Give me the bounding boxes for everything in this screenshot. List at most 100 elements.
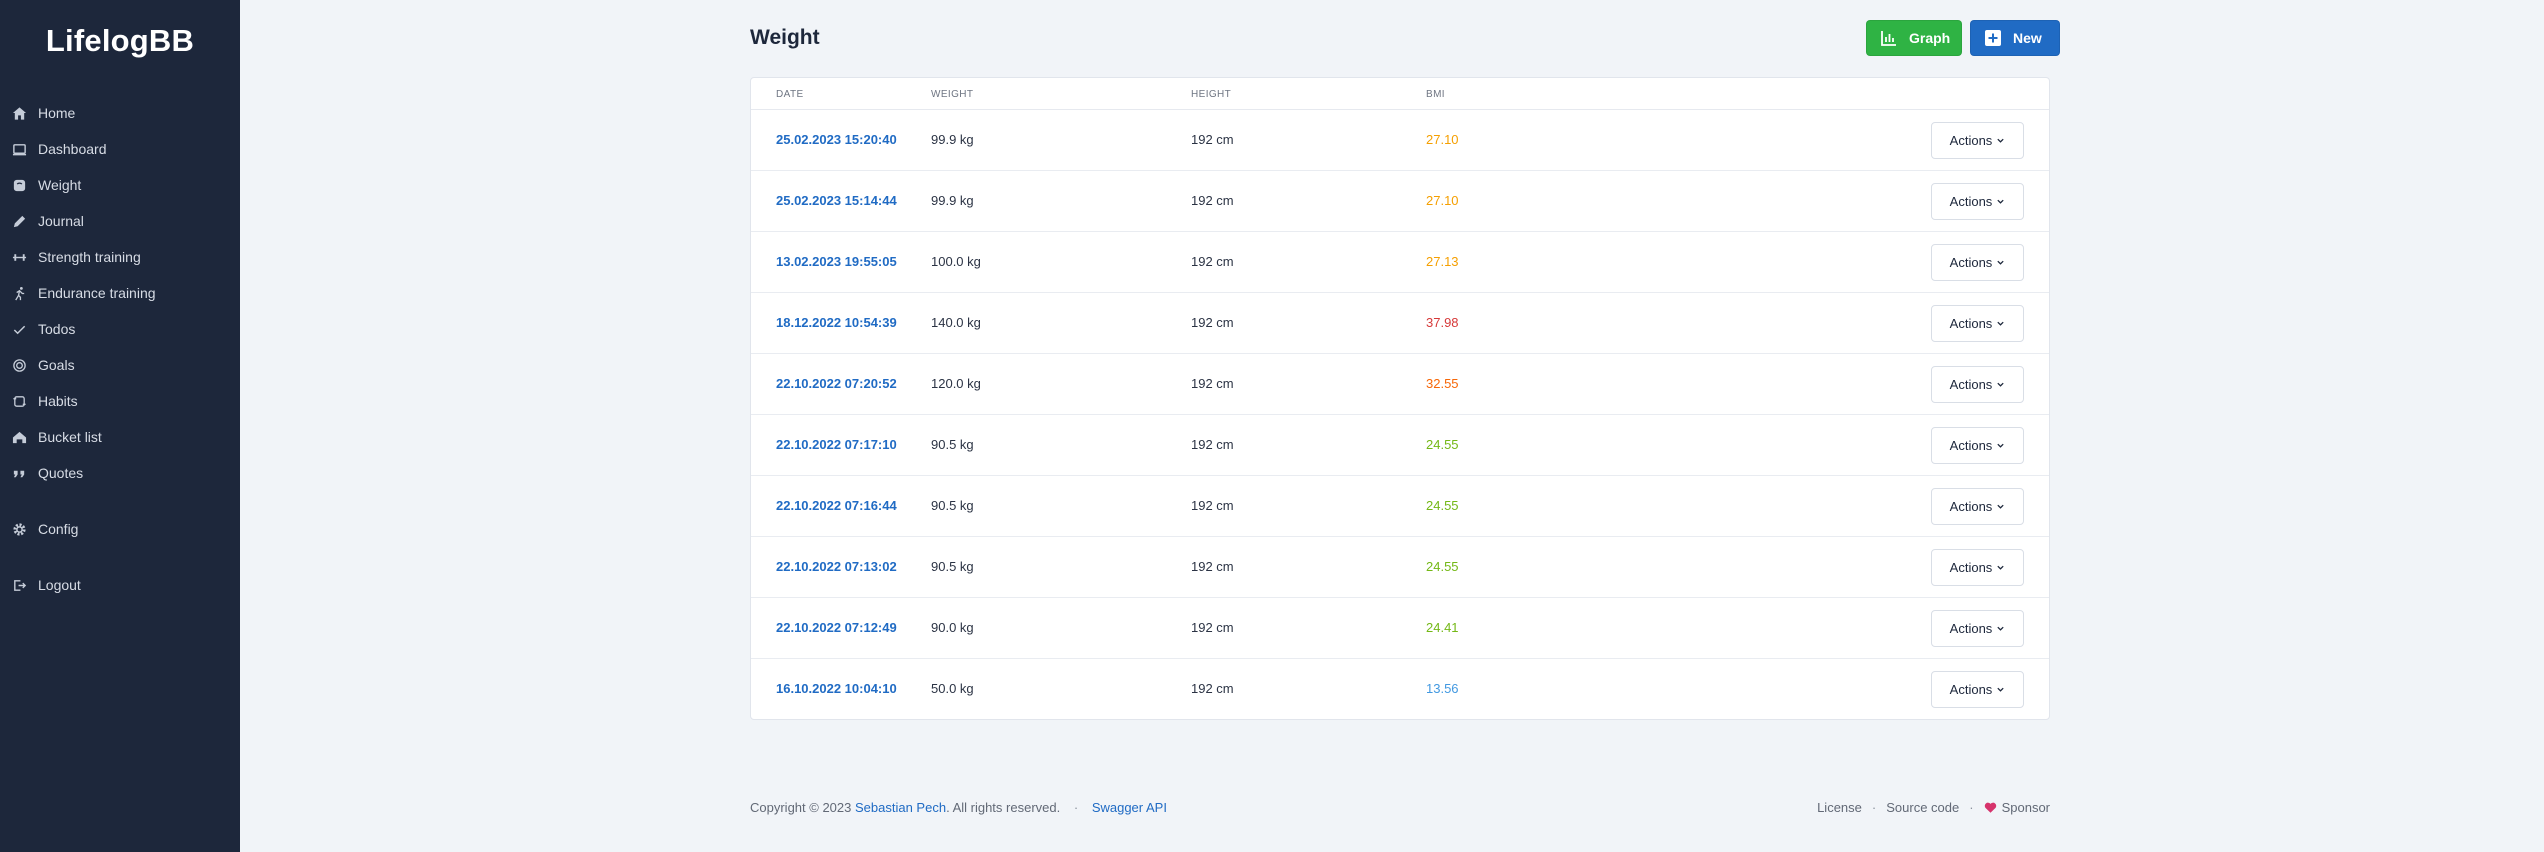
actions-dropdown-button[interactable]: Actions: [1931, 122, 2024, 159]
row-date-link[interactable]: 25.02.2023 15:20:40: [776, 132, 897, 147]
row-date-link[interactable]: 18.12.2022 10:54:39: [776, 315, 897, 330]
dashboard-icon: [10, 140, 28, 158]
row-date-link[interactable]: 13.02.2023 19:55:05: [776, 254, 897, 269]
row-weight: 90.0 kg: [931, 620, 974, 635]
actions-label: Actions: [1949, 682, 1993, 697]
actions-dropdown-button[interactable]: Actions: [1931, 671, 2024, 708]
actions-dropdown-button[interactable]: Actions: [1931, 305, 2024, 342]
row-height: 192 cm: [1191, 437, 1234, 452]
row-date-link[interactable]: 22.10.2022 07:12:49: [776, 620, 897, 635]
table-row: 22.10.2022 07:13:02 90.5 kg 192 cm 24.55 Act…: [751, 537, 2049, 598]
row-date-link[interactable]: 16.10.2022 10:04:10: [776, 681, 897, 696]
actions-dropdown-button[interactable]: Actions: [1931, 244, 2024, 281]
row-bmi: 24.55: [1426, 559, 1459, 574]
sidebar-item-endurance-training[interactable]: Endurance training: [0, 275, 240, 311]
actions-label: Actions: [1949, 316, 1993, 331]
page-title: Weight: [750, 26, 820, 49]
row-date-link[interactable]: 22.10.2022 07:13:02: [776, 559, 897, 574]
sidebar: LifelogBB Home Dashboard Weight Journal …: [0, 0, 240, 852]
actions-label: Actions: [1949, 133, 1993, 148]
sidebar-item-logout[interactable]: Logout: [0, 567, 240, 603]
row-bmi: 27.10: [1426, 193, 1459, 208]
sidebar-item-label: Weight: [38, 177, 82, 193]
license-link[interactable]: License: [1817, 800, 1862, 815]
actions-dropdown-button[interactable]: Actions: [1931, 610, 2024, 647]
actions-dropdown-button[interactable]: Actions: [1931, 488, 2024, 525]
table-row: 22.10.2022 07:17:10 90.5 kg 192 cm 24.55 Act…: [751, 415, 2049, 476]
row-bmi: 24.41: [1426, 620, 1459, 635]
chevron-down-icon: [1996, 319, 2005, 328]
row-weight: 90.5 kg: [931, 559, 974, 574]
nav-spacer: [0, 491, 240, 511]
chart-icon: [1879, 28, 1899, 48]
row-bmi: 27.10: [1426, 132, 1459, 147]
row-date-link[interactable]: 22.10.2022 07:17:10: [776, 437, 897, 452]
chevron-down-icon: [1996, 624, 2005, 633]
sidebar-item-journal[interactable]: Journal: [0, 203, 240, 239]
row-weight: 120.0 kg: [931, 376, 981, 391]
row-bmi: 32.55: [1426, 376, 1459, 391]
copyright-suffix: . All rights reserved.: [946, 800, 1061, 815]
row-date-link[interactable]: 22.10.2022 07:20:52: [776, 376, 897, 391]
sidebar-item-dashboard[interactable]: Dashboard: [0, 131, 240, 167]
page-header: Weight Graph New: [750, 18, 2060, 58]
actions-dropdown-button[interactable]: Actions: [1931, 366, 2024, 403]
sidebar-item-label: Config: [38, 521, 79, 537]
sidebar-item-strength-training[interactable]: Strength training: [0, 239, 240, 275]
actions-dropdown-button[interactable]: Actions: [1931, 427, 2024, 464]
target-icon: [10, 356, 28, 374]
swagger-api-link[interactable]: Swagger API: [1092, 800, 1167, 815]
sidebar-item-label: Bucket list: [38, 429, 102, 445]
sidebar-item-home[interactable]: Home: [0, 95, 240, 131]
sidebar-item-habits[interactable]: Habits: [0, 383, 240, 419]
new-button-label: New: [2013, 30, 2042, 46]
chevron-down-icon: [1996, 441, 2005, 450]
weight-table: Date Weight Height BMI 25.02.2023 15:20:…: [750, 77, 2050, 720]
chevron-down-icon: [1996, 197, 2005, 206]
row-height: 192 cm: [1191, 132, 1234, 147]
column-header-bmi: BMI: [1426, 89, 1445, 100]
table-row: 22.10.2022 07:12:49 90.0 kg 192 cm 24.41 Act…: [751, 598, 2049, 659]
new-button[interactable]: New: [1970, 20, 2060, 56]
row-weight: 90.5 kg: [931, 437, 974, 452]
scale-icon: [10, 176, 28, 194]
run-icon: [10, 284, 28, 302]
row-weight: 140.0 kg: [931, 315, 981, 330]
sponsor-link[interactable]: Sponsor: [2002, 800, 2050, 815]
actions-label: Actions: [1949, 621, 1993, 636]
row-bmi: 13.56: [1426, 681, 1459, 696]
bucket-icon: [10, 428, 28, 446]
author-link[interactable]: Sebastian Pech: [855, 800, 946, 815]
table-row: 22.10.2022 07:16:44 90.5 kg 192 cm 24.55 Act…: [751, 476, 2049, 537]
sidebar-item-config[interactable]: Config: [0, 511, 240, 547]
sidebar-item-label: Journal: [38, 213, 84, 229]
row-date-link[interactable]: 25.02.2023 15:14:44: [776, 193, 897, 208]
row-height: 192 cm: [1191, 559, 1234, 574]
sidebar-item-todos[interactable]: Todos: [0, 311, 240, 347]
row-height: 192 cm: [1191, 498, 1234, 513]
footer-left: Copyright © 2023 Sebastian Pech. All rig…: [750, 800, 1167, 815]
actions-dropdown-button[interactable]: Actions: [1931, 549, 2024, 586]
heart-icon: [1984, 801, 1997, 814]
quote-icon: [10, 464, 28, 482]
row-date-link[interactable]: 22.10.2022 07:16:44: [776, 498, 897, 513]
logout-icon: [10, 576, 28, 594]
sidebar-item-label: Dashboard: [38, 141, 107, 157]
actions-label: Actions: [1949, 194, 1993, 209]
source-code-link[interactable]: Source code: [1886, 800, 1959, 815]
graph-button[interactable]: Graph: [1866, 20, 1962, 56]
sidebar-item-goals[interactable]: Goals: [0, 347, 240, 383]
row-weight: 99.9 kg: [931, 132, 974, 147]
actions-dropdown-button[interactable]: Actions: [1931, 183, 2024, 220]
brand-logo[interactable]: LifelogBB: [0, 0, 240, 82]
graph-button-label: Graph: [1909, 30, 1951, 46]
separator-dot: ·: [1073, 800, 1079, 815]
sidebar-item-bucket-list[interactable]: Bucket list: [0, 419, 240, 455]
table-row: 25.02.2023 15:14:44 99.9 kg 192 cm 27.10 Act…: [751, 171, 2049, 232]
row-height: 192 cm: [1191, 254, 1234, 269]
sidebar-item-weight[interactable]: Weight: [0, 167, 240, 203]
gear-icon: [10, 520, 28, 538]
sidebar-item-quotes[interactable]: Quotes: [0, 455, 240, 491]
chevron-down-icon: [1996, 258, 2005, 267]
footer: Copyright © 2023 Sebastian Pech. All rig…: [750, 800, 2050, 820]
